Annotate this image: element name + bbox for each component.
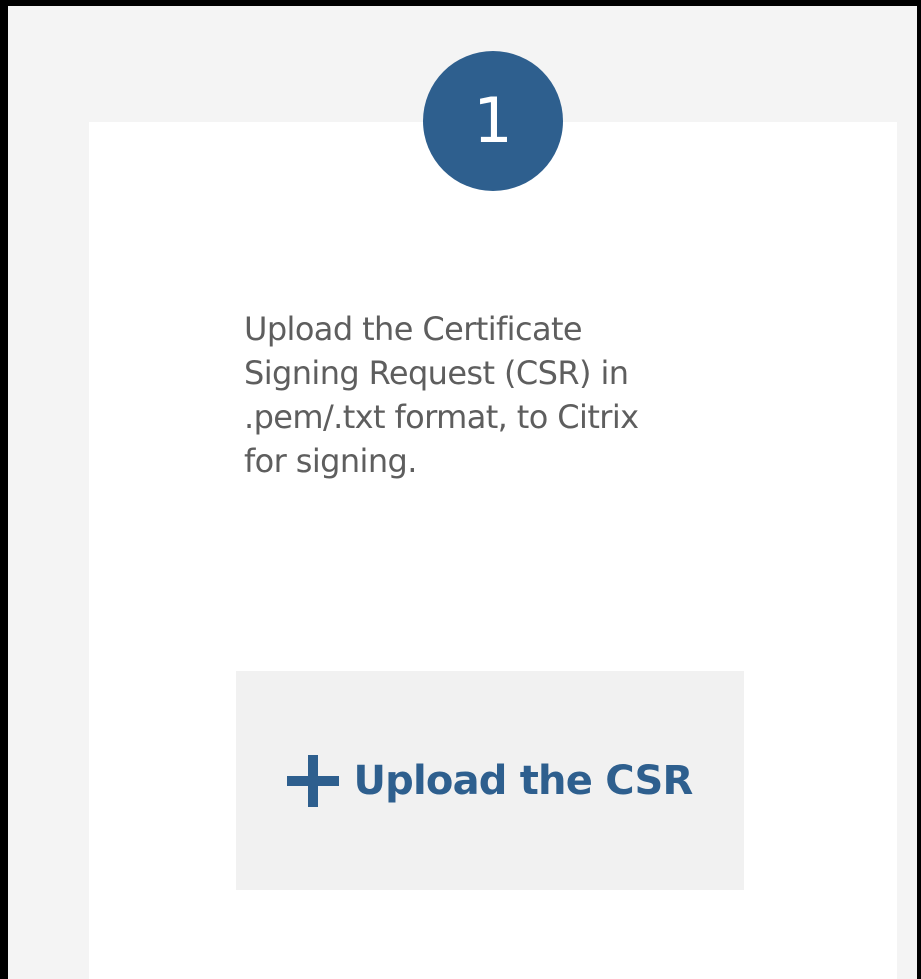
upload-csr-label: Upload the CSR [353, 757, 693, 804]
plus-icon [287, 754, 340, 807]
step-card: Upload the Certificate Signing Request (… [89, 122, 897, 979]
step-description: Upload the Certificate Signing Request (… [244, 310, 639, 480]
window-frame: Upload the Certificate Signing Request (… [0, 0, 921, 979]
step-number-badge: 1 [423, 51, 563, 191]
upload-csr-button[interactable]: Upload the CSR [236, 671, 744, 890]
